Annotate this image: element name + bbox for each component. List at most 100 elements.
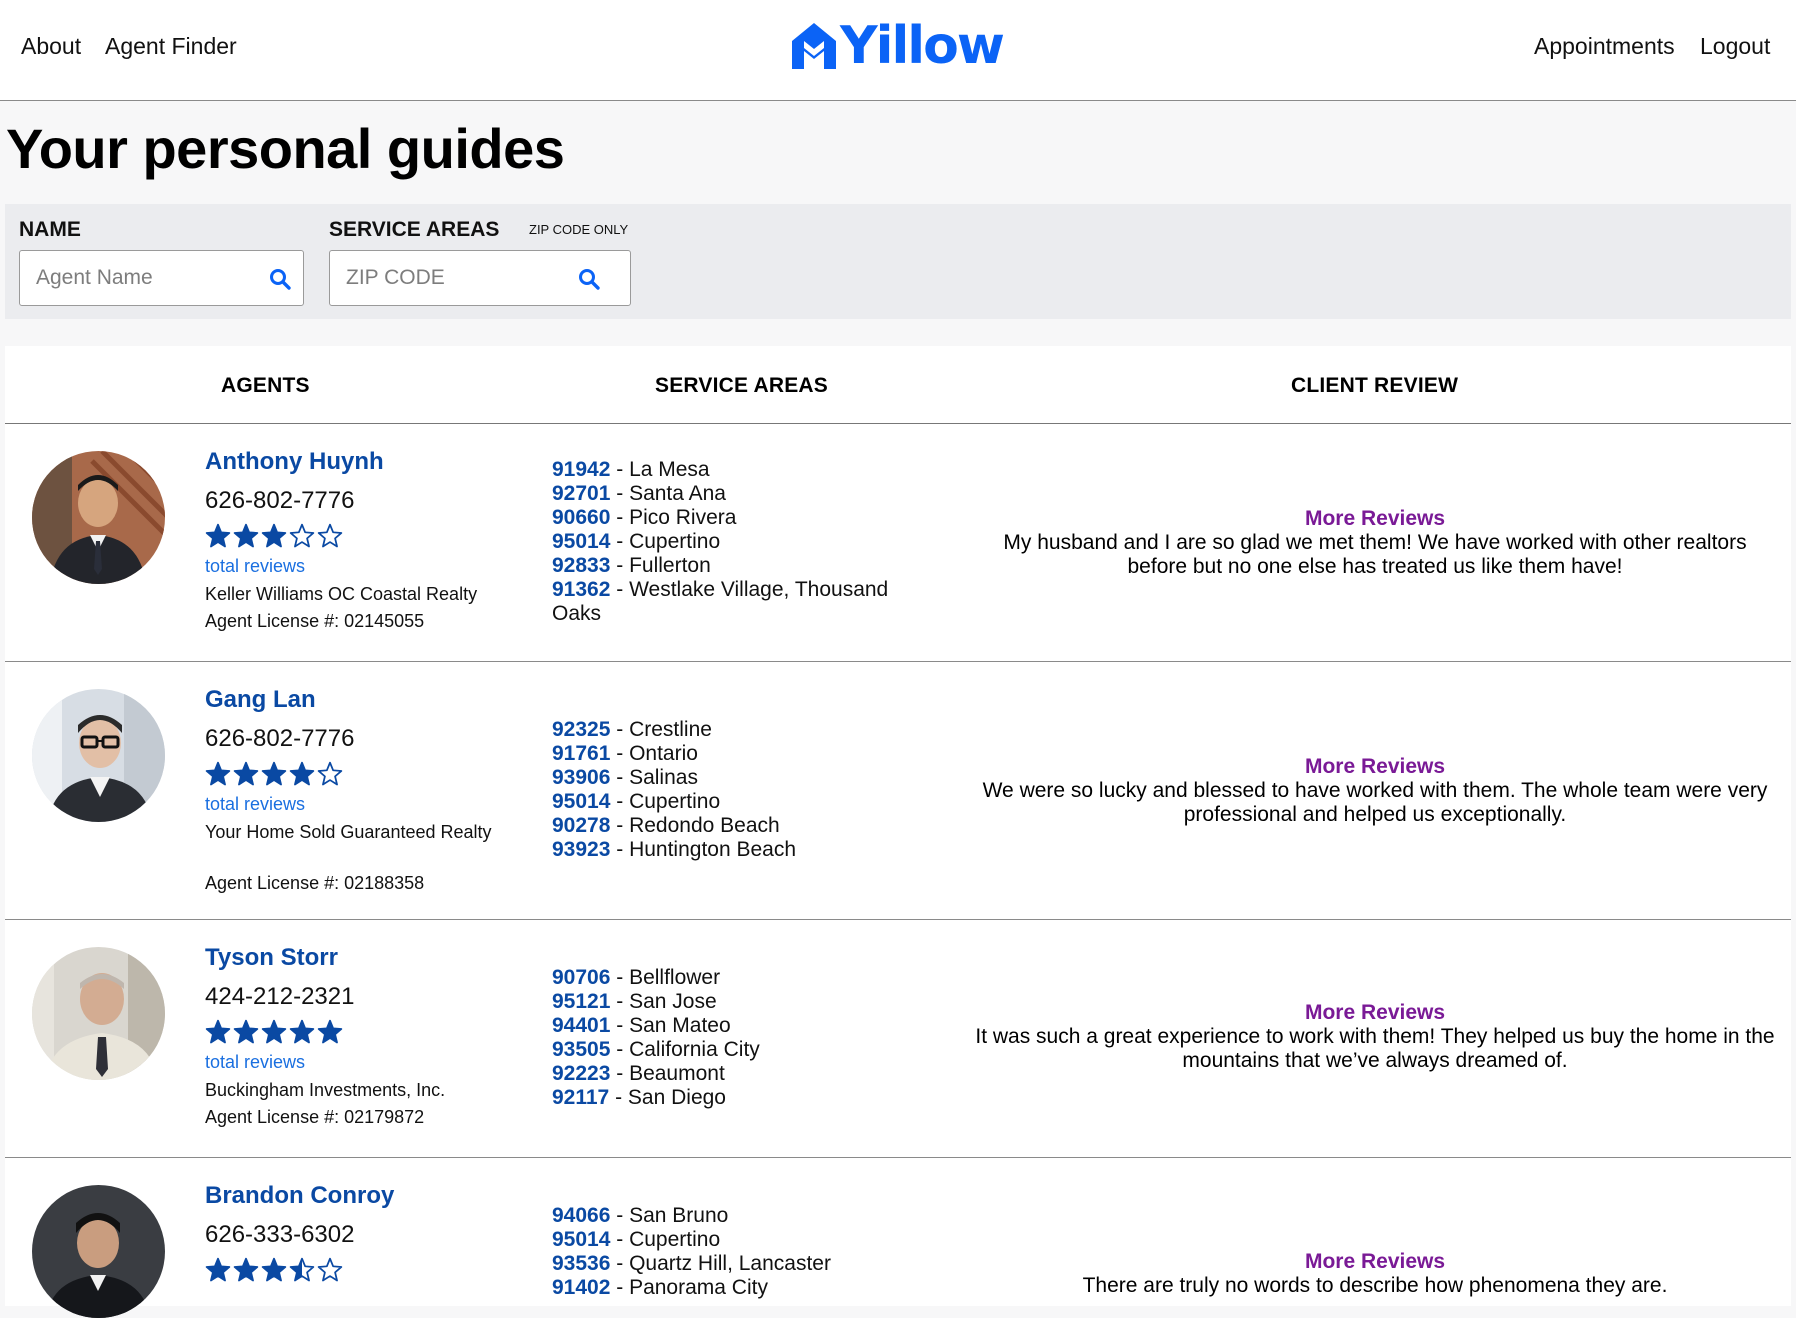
yillow-logo[interactable]: Yillow: [790, 18, 1005, 74]
nav-about-link[interactable]: About: [21, 33, 81, 60]
city-name: - Cupertino: [610, 1228, 721, 1251]
city-name: - San Mateo: [610, 1014, 731, 1037]
agent-avatar[interactable]: [32, 1185, 165, 1318]
star-filled-icon: [233, 1019, 259, 1044]
agent-name-link[interactable]: Brandon Conroy: [205, 1182, 394, 1210]
client-review: More Reviews We were so lucky and blesse…: [975, 755, 1775, 827]
zip-code-link[interactable]: 91761: [552, 742, 610, 765]
city-name: - California City: [610, 1038, 760, 1061]
star-filled-icon: [233, 1257, 259, 1282]
zip-code-link[interactable]: 95014: [552, 790, 610, 813]
client-review: More Reviews My husband and I are so gla…: [975, 507, 1775, 579]
zip-code-link[interactable]: 91942: [552, 458, 610, 481]
service-area-item: 90660 - Pico Rivera: [552, 506, 922, 530]
star-filled-icon: [289, 1019, 315, 1044]
agent-name-input[interactable]: [36, 251, 246, 305]
city-name: - Panorama City: [610, 1276, 768, 1299]
service-area-item: 92701 - Santa Ana: [552, 482, 922, 506]
agent-phone: 424-212-2321: [205, 983, 355, 1010]
zip-code-link[interactable]: 92325: [552, 718, 610, 741]
service-area-item: 93923 - Huntington Beach: [552, 838, 922, 862]
zip-code-link[interactable]: 92701: [552, 482, 610, 505]
zip-code-link[interactable]: 95121: [552, 990, 610, 1013]
city-name: - Beaumont: [610, 1062, 725, 1085]
city-name: - Santa Ana: [610, 482, 726, 505]
star-filled-icon: [205, 761, 231, 786]
review-text: It was such a great experience to work w…: [975, 1025, 1775, 1072]
agent-row: Tyson Storr 424-212-2321 total reviews B…: [5, 920, 1791, 1158]
zip-code-link[interactable]: 92223: [552, 1062, 610, 1085]
city-name: - Quartz Hill, Lancaster: [610, 1252, 831, 1275]
city-name: - Huntington Beach: [610, 838, 797, 861]
agent-name-link[interactable]: Tyson Storr: [205, 944, 338, 972]
zip-code-link[interactable]: 93923: [552, 838, 610, 861]
city-name: - Salinas: [610, 766, 698, 789]
star-rating: [205, 523, 343, 549]
star-empty-icon: [317, 1257, 343, 1282]
zip-code-link[interactable]: 93536: [552, 1252, 610, 1275]
zip-code-link[interactable]: 95014: [552, 530, 610, 553]
city-name: - Redondo Beach: [610, 814, 780, 837]
agent-avatar[interactable]: [32, 451, 165, 584]
star-filled-icon: [261, 761, 287, 786]
agent-company: Buckingham Investments, Inc.: [205, 1080, 446, 1100]
search-icon[interactable]: [268, 267, 292, 291]
star-filled-icon: [205, 1019, 231, 1044]
service-area-item: 92117 - San Diego: [552, 1086, 922, 1110]
nav-agent-finder-link[interactable]: Agent Finder: [105, 33, 237, 60]
star-empty-icon: [289, 523, 315, 548]
more-reviews-link[interactable]: More Reviews: [975, 507, 1775, 531]
nav-appointments-link[interactable]: Appointments: [1534, 33, 1675, 60]
zip-code-link[interactable]: 91402: [552, 1276, 610, 1299]
city-name: - Crestline: [610, 718, 712, 741]
service-areas-column-header: SERVICE AREAS: [655, 374, 828, 397]
service-area-item: 92223 - Beaumont: [552, 1062, 922, 1086]
star-filled-icon: [233, 523, 259, 548]
review-text: There are truly no words to describe how…: [1082, 1274, 1668, 1297]
zip-code-link[interactable]: 91362: [552, 578, 610, 601]
zip-code-search-box: [329, 250, 631, 306]
service-area-item: 93536 - Quartz Hill, Lancaster: [552, 1252, 922, 1276]
city-name: - Bellflower: [610, 966, 721, 989]
filter-panel: NAME SERVICE AREAS ZIP CODE ONLY: [5, 204, 1791, 319]
page-title: Your personal guides: [6, 117, 565, 180]
agent-name-search-box: [19, 250, 304, 306]
zip-code-link[interactable]: 93505: [552, 1038, 610, 1061]
city-name: - Pico Rivera: [610, 506, 737, 529]
more-reviews-link[interactable]: More Reviews: [975, 1001, 1775, 1025]
city-name: - San Bruno: [610, 1204, 729, 1227]
agent-row: Brandon Conroy 626-333-6302 94066 - San …: [5, 1158, 1791, 1318]
nav-logout-link[interactable]: Logout: [1700, 33, 1770, 60]
zip-code-link[interactable]: 94401: [552, 1014, 610, 1037]
service-areas-list: 94066 - San Bruno 95014 - Cupertino 9353…: [552, 1204, 922, 1300]
total-reviews-link[interactable]: total reviews: [205, 556, 305, 577]
agent-row: Gang Lan 626-802-7776 total reviews Your…: [5, 662, 1791, 920]
zip-code-link[interactable]: 92117: [552, 1086, 609, 1109]
zip-code-link[interactable]: 90278: [552, 814, 610, 837]
zip-code-link[interactable]: 92833: [552, 554, 610, 577]
zip-code-input[interactable]: [346, 251, 556, 305]
total-reviews-link[interactable]: total reviews: [205, 794, 305, 815]
agent-name-link[interactable]: Gang Lan: [205, 686, 316, 714]
star-filled-icon: [261, 523, 287, 548]
total-reviews-link[interactable]: total reviews: [205, 1052, 305, 1073]
client-review-column-header: CLIENT REVIEW: [1291, 374, 1459, 397]
zip-code-link[interactable]: 90706: [552, 966, 610, 989]
service-area-item: 95014 - Cupertino: [552, 1228, 922, 1252]
agent-avatar[interactable]: [32, 689, 165, 822]
zip-code-link[interactable]: 95014: [552, 1228, 610, 1251]
service-area-item: 95121 - San Jose: [552, 990, 922, 1014]
more-reviews-link[interactable]: More Reviews: [975, 755, 1775, 779]
name-filter-label: NAME: [19, 218, 81, 241]
agent-avatar[interactable]: [32, 947, 165, 1080]
agent-name-link[interactable]: Anthony Huynh: [205, 448, 384, 476]
zip-code-link[interactable]: 94066: [552, 1204, 610, 1227]
search-icon[interactable]: [577, 267, 601, 291]
city-name: - Cupertino: [610, 530, 721, 553]
service-area-item: 91362 - Westlake Village, Thousand Oaks: [552, 578, 922, 626]
zip-code-link[interactable]: 93906: [552, 766, 610, 789]
zip-code-link[interactable]: 90660: [552, 506, 610, 529]
more-reviews-link[interactable]: More Reviews: [975, 1250, 1775, 1274]
service-area-item: 94401 - San Mateo: [552, 1014, 922, 1038]
zip-code-only-hint: ZIP CODE ONLY: [529, 222, 629, 237]
